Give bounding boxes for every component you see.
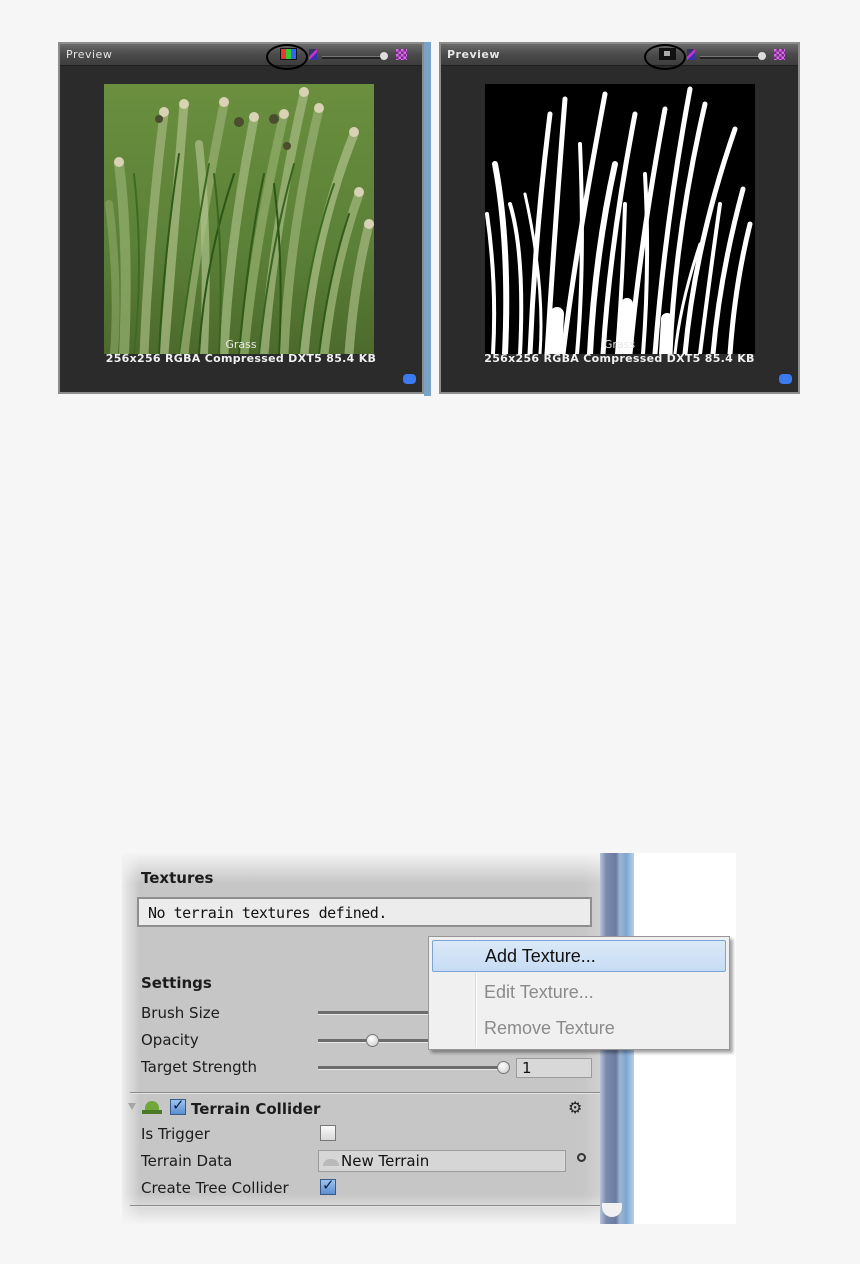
- preview-zoom-slider-thumb[interactable]: [758, 52, 766, 60]
- texture-preview-alpha: Preview Grass 256x256 RGBA Compressed DX…: [439, 42, 800, 394]
- preview-zoom-slider[interactable]: [322, 56, 386, 59]
- textures-list[interactable]: No terrain textures defined.: [137, 897, 592, 927]
- target-strength-label: Target Strength: [141, 1058, 258, 1076]
- create-tree-collider-label: Create Tree Collider: [141, 1179, 289, 1197]
- terrain-data-label: Terrain Data: [141, 1152, 233, 1170]
- brush-size-slider[interactable]: [318, 1011, 430, 1015]
- preview-header: Preview: [60, 44, 422, 70]
- terrain-data-value: New Terrain: [341, 1152, 430, 1170]
- grass-alpha-image: [485, 84, 755, 354]
- preview-title: Preview: [447, 48, 501, 61]
- menu-item-edit-texture[interactable]: Edit Texture...: [432, 977, 726, 1009]
- preview-zoom-slider-thumb[interactable]: [380, 52, 388, 60]
- texture-name: Grass: [603, 338, 636, 351]
- terrain-data-field[interactable]: New Terrain: [318, 1150, 566, 1172]
- is-trigger-label: Is Trigger: [141, 1125, 210, 1143]
- opacity-slider-thumb[interactable]: [366, 1034, 379, 1047]
- highlight-circle: [644, 44, 686, 70]
- inspector-bottom-fade: [122, 1194, 600, 1224]
- is-trigger-checkbox[interactable]: [320, 1125, 336, 1141]
- texture-name: Grass: [225, 338, 257, 351]
- highlight-circle: [266, 44, 308, 70]
- terrain-inspector: Textures No terrain textures defined. Se…: [122, 853, 736, 1224]
- asset-bundle-icon[interactable]: [779, 374, 792, 384]
- menu-item-remove-texture[interactable]: Remove Texture: [432, 1013, 726, 1045]
- gear-icon[interactable]: ⚙: [568, 1098, 582, 1117]
- checker-background-icon[interactable]: [774, 49, 785, 60]
- section-divider: [130, 1092, 600, 1094]
- preview-header: Preview: [441, 44, 798, 70]
- checker-background-icon[interactable]: [396, 49, 407, 60]
- terrain-icon: [142, 1101, 162, 1115]
- target-strength-slider[interactable]: [318, 1066, 498, 1070]
- terrain-collider-enabled-checkbox[interactable]: [170, 1096, 186, 1115]
- settings-heading: Settings: [141, 974, 212, 992]
- preview-zoom-slider[interactable]: [700, 56, 764, 59]
- window-edge: [424, 42, 431, 396]
- opacity-label: Opacity: [141, 1031, 199, 1049]
- menu-item-label: Remove Texture: [484, 1018, 615, 1038]
- foldout-arrow-icon[interactable]: [128, 1103, 136, 1110]
- alpha-blades-graphic: [485, 86, 753, 354]
- textures-heading: Textures: [141, 869, 214, 887]
- preview-title: Preview: [66, 48, 113, 61]
- texture-preview-rgb: Preview Grass 256x256 RGBA Compressed DX…: [58, 42, 431, 396]
- asset-bundle-icon[interactable]: [403, 374, 416, 384]
- create-tree-collider-checkbox[interactable]: [320, 1176, 336, 1195]
- mip-level-icon[interactable]: [687, 49, 695, 60]
- menu-item-label: Add Texture...: [485, 946, 596, 966]
- terrain-asset-icon: [323, 1159, 339, 1166]
- texture-info: 256x256 RGBA Compressed DXT5 85.4 KB: [105, 352, 377, 365]
- grass-blades-graphic: [105, 87, 374, 354]
- target-strength-slider-thumb[interactable]: [497, 1061, 510, 1074]
- textures-context-menu: Add Texture... Edit Texture... Remove Te…: [428, 936, 730, 1050]
- brush-size-label: Brush Size: [141, 1004, 220, 1022]
- mip-level-icon[interactable]: [309, 49, 317, 60]
- texture-info: 256x256 RGBA Compressed DXT5 85.4 KB: [484, 352, 755, 365]
- section-divider: [130, 1205, 600, 1207]
- target-strength-field[interactable]: 1: [516, 1058, 592, 1078]
- textures-empty-message: No terrain textures defined.: [148, 904, 387, 922]
- menu-item-label: Edit Texture...: [484, 982, 594, 1002]
- grass-texture-image: [104, 84, 374, 354]
- object-picker-icon[interactable]: [577, 1153, 586, 1162]
- menu-item-add-texture[interactable]: Add Texture...: [432, 940, 726, 972]
- terrain-collider-title: Terrain Collider: [191, 1100, 321, 1118]
